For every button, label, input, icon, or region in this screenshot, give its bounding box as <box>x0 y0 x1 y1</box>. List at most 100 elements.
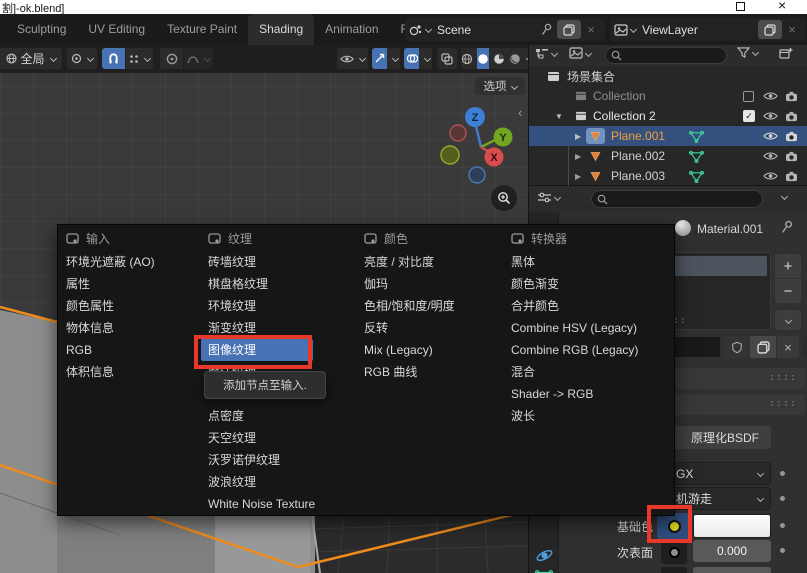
menu-item-combine-rgb-legacy[interactable]: Combine RGB (Legacy) <box>504 339 672 361</box>
xray-toggle[interactable] <box>437 48 457 69</box>
surface-shader-button[interactable]: 原理化BSDF <box>659 426 771 449</box>
eye-icon[interactable] <box>763 151 778 161</box>
distribution-dropdown[interactable]: GX <box>659 462 771 485</box>
new-scene-icon[interactable] <box>557 20 581 39</box>
menu-item-combine-hsv-legacy[interactable]: Combine HSV (Legacy) <box>504 317 672 339</box>
row-plane-003[interactable]: ▶ Plane.003 <box>529 166 807 186</box>
pin-icon[interactable] <box>537 20 557 39</box>
proportional-falloff-dropdown[interactable] <box>184 48 213 69</box>
snap-target-dropdown[interactable] <box>126 48 153 69</box>
material-slot-selected[interactable] <box>663 256 767 276</box>
properties-search-input[interactable] <box>591 190 763 208</box>
panel-drag-dots[interactable]: :::: <box>769 398 797 409</box>
gizmo-toggle[interactable] <box>372 48 387 69</box>
new-collection-button[interactable] <box>779 47 793 60</box>
tab-animation[interactable]: Animation <box>314 14 389 45</box>
zoom-button[interactable] <box>491 185 517 211</box>
menu-item-voronoi-texture[interactable]: 沃罗诺伊纹理 <box>201 449 353 471</box>
menu-item-blackbody[interactable]: 黑体 <box>504 251 672 273</box>
menu-item-shader-to-rgb[interactable]: Shader -> RGB <box>504 383 672 405</box>
tab-object-data[interactable] <box>535 569 553 573</box>
proportional-editing-toggle[interactable] <box>160 48 183 69</box>
menu-item-wavelength[interactable]: 波长 <box>504 405 672 427</box>
menu-item-attribute[interactable]: 属性 <box>59 273 199 295</box>
menu-item-environment-texture[interactable]: 环境纹理 <box>201 295 353 317</box>
row-plane-001-selected[interactable]: ▶ Plane.001 <box>529 126 807 146</box>
eye-icon[interactable] <box>763 171 778 181</box>
row-plane-002[interactable]: ▶ Plane.002 <box>529 146 807 166</box>
row-scene-collection[interactable]: 场景集合 <box>529 66 807 86</box>
collection-checkbox-unchecked[interactable] <box>743 91 754 102</box>
material-slots-list[interactable]: ::: <box>659 252 771 330</box>
editor-type-dropdown[interactable] <box>537 191 560 204</box>
menu-item-rgb[interactable]: RGB <box>59 339 199 361</box>
fake-user-button[interactable] <box>725 336 749 358</box>
shading-material-button[interactable] <box>492 48 505 69</box>
shading-wireframe-button[interactable] <box>461 48 474 69</box>
base-color-swatch[interactable] <box>693 514 771 538</box>
maximize-button[interactable] <box>736 2 745 11</box>
tab-uv-editing[interactable]: UV Editing <box>77 14 156 45</box>
menu-item-object-info[interactable]: 物体信息 <box>59 317 199 339</box>
subsurface-socket-button[interactable] <box>661 540 687 564</box>
panel-header[interactable]: :::: <box>667 394 805 415</box>
eye-icon[interactable] <box>763 131 778 141</box>
camera-visibility-icon[interactable] <box>785 171 798 182</box>
overlays-dropdown[interactable] <box>422 56 432 61</box>
row-collection2[interactable]: ▼ Collection 2 ✓ <box>529 106 807 126</box>
eye-icon[interactable] <box>763 91 778 101</box>
menu-item-rgb-curves[interactable]: RGB 曲线 <box>357 361 502 383</box>
subsurface-value-field[interactable]: 0.000 <box>693 540 771 562</box>
menu-item-white-noise-texture[interactable]: White Noise Texture <box>201 493 353 515</box>
menu-item-color-attribute[interactable]: 颜色属性 <box>59 295 199 317</box>
slot-specials-dropdown[interactable] <box>775 310 801 330</box>
keyframe-dot[interactable] <box>780 523 785 528</box>
remove-viewlayer-icon[interactable]: × <box>782 20 802 39</box>
transform-orientation-dropdown[interactable]: 全局 <box>0 48 62 69</box>
menu-item-hue-saturation[interactable]: 色相/饱和度/明度 <box>357 295 502 317</box>
menu-item-point-density[interactable]: 点密度 <box>201 405 353 427</box>
sidebar-collapse-arrow[interactable]: ‹ <box>518 105 522 120</box>
show-gizmos-dropdown[interactable] <box>337 48 368 69</box>
keyframe-dot[interactable] <box>780 548 785 553</box>
snap-toggle[interactable] <box>102 48 125 69</box>
new-material-button[interactable] <box>750 336 776 358</box>
shading-rendered-button[interactable] <box>508 48 521 69</box>
menu-item-sky-texture[interactable]: 天空纹理 <box>201 427 353 449</box>
expand-open-icon[interactable]: ▼ <box>555 112 563 121</box>
keyframe-dot[interactable] <box>780 496 785 501</box>
viewlayer-icon[interactable] <box>614 20 636 39</box>
expand-closed-icon[interactable]: ▶ <box>575 132 581 141</box>
keyframe-dot[interactable] <box>780 471 785 476</box>
filter-collection-dropdown[interactable] <box>569 47 591 59</box>
tab-sculpting[interactable]: Sculpting <box>6 14 77 45</box>
scene-name[interactable]: Scene <box>437 23 471 37</box>
menu-item-volume-info[interactable]: 体积信息 <box>59 361 199 383</box>
collection-checkbox-checked[interactable]: ✓ <box>743 110 755 122</box>
menu-item-gamma[interactable]: 伽玛 <box>357 273 502 295</box>
expand-closed-icon[interactable]: ▶ <box>575 172 581 181</box>
display-mode-dropdown[interactable] <box>535 47 557 60</box>
menu-item-brick-texture[interactable]: 砖墙纹理 <box>201 251 353 273</box>
unlink-scene-icon[interactable]: × <box>581 20 601 39</box>
panel-header[interactable]: :::: <box>667 368 805 389</box>
menu-item-combine-color[interactable]: 合并颜色 <box>504 295 672 317</box>
add-slot-button[interactable]: + <box>775 254 801 278</box>
row-collection[interactable]: Collection <box>529 86 807 106</box>
close-button[interactable]: × <box>778 0 786 13</box>
menu-item-checker-texture[interactable]: 棋盘格纹理 <box>201 273 353 295</box>
scene-icon[interactable] <box>409 20 431 39</box>
viewlayer-name[interactable]: ViewLayer <box>642 23 698 37</box>
menu-item-bright-contrast[interactable]: 亮度 / 对比度 <box>357 251 502 273</box>
navigation-gizmo[interactable]: Z Y X <box>438 95 518 195</box>
tab-texture-paint[interactable]: Texture Paint <box>156 14 248 45</box>
pin-icon[interactable] <box>781 220 794 234</box>
camera-visibility-icon[interactable] <box>785 151 798 162</box>
next-value-field[interactable] <box>693 567 771 573</box>
filter-dropdown[interactable] <box>737 47 758 58</box>
breadcrumb-material-name[interactable]: Material.001 <box>697 222 763 236</box>
properties-options-dropdown[interactable] <box>779 194 787 199</box>
remove-slot-button[interactable]: − <box>775 279 801 303</box>
menu-item-wave-texture[interactable]: 波浪纹理 <box>201 471 353 493</box>
tab-shading[interactable]: Shading <box>248 14 314 45</box>
